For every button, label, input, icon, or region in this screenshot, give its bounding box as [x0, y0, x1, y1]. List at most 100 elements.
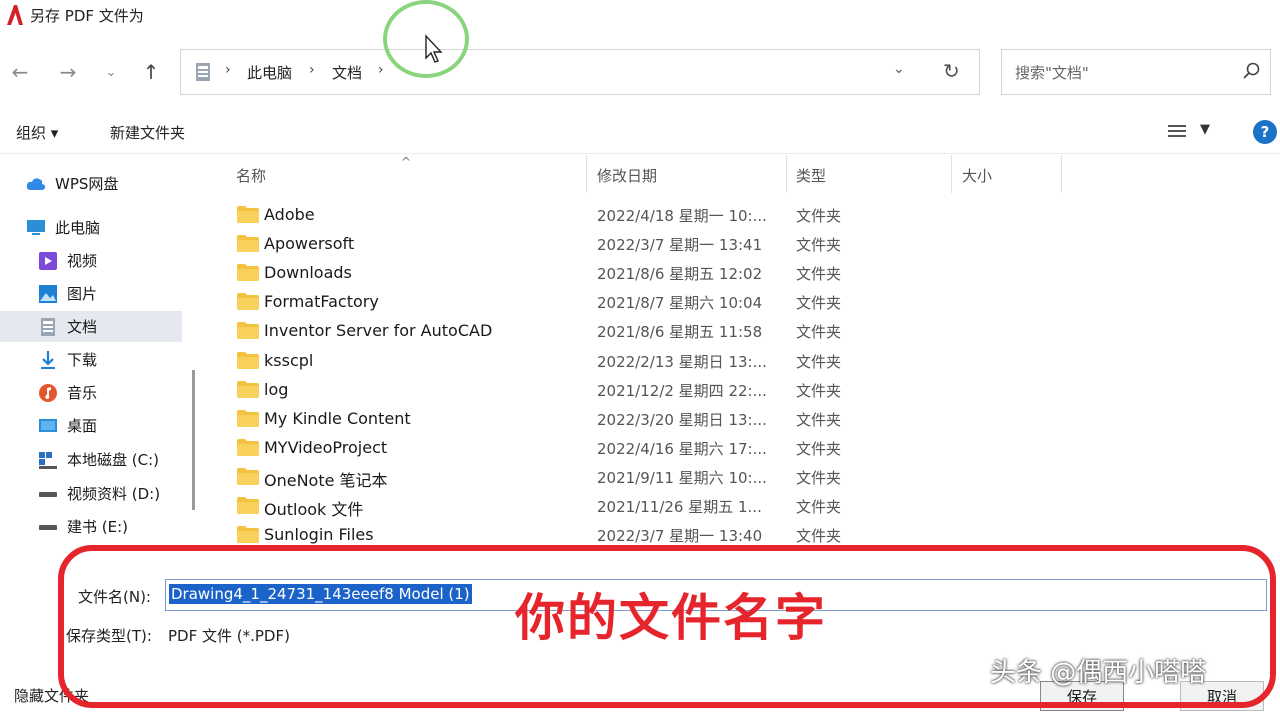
sidebar-item-drive-c[interactable]: 本地磁盘 (C:) [0, 444, 182, 475]
recent-locations-button[interactable]: ⌄ [94, 55, 128, 89]
file-date: 2022/3/7 星期一 13:40 [597, 527, 763, 546]
folder-icon [237, 497, 259, 514]
folder-icon [237, 206, 259, 223]
windows-drive-icon [39, 452, 57, 469]
sidebar-item-desktop[interactable]: 桌面 [0, 410, 182, 441]
arrow-right-icon: → [59, 60, 77, 84]
file-date: 2022/4/16 星期六 17:... [597, 439, 767, 458]
file-row[interactable]: OneNote 笔记本 2021/9/11 星期六 10:... 文件夹 [233, 463, 1273, 492]
file-row[interactable]: Downloads 2021/8/6 星期五 12:02 文件夹 [233, 259, 1273, 288]
file-row[interactable]: My Kindle Content 2022/3/20 星期日 13:... 文件夹 [233, 405, 1273, 434]
sidebar-item-pictures[interactable]: 图片 [0, 278, 182, 309]
column-header-name[interactable]: 名称 [236, 165, 266, 186]
file-row[interactable]: Inventor Server for AutoCAD 2021/8/6 星期五 … [233, 317, 1273, 346]
file-name: MYVideoProject [264, 437, 388, 457]
refresh-icon[interactable]: ↻ [943, 59, 960, 83]
forward-button[interactable]: → [51, 55, 85, 89]
view-caret-icon[interactable]: ▼ [1200, 122, 1210, 137]
file-date: 2022/3/7 星期一 13:41 [597, 236, 763, 255]
file-type: 文件夹 [796, 207, 842, 225]
breadcrumb-separator-icon: › [378, 62, 384, 78]
file-name: Apowersoft [264, 234, 355, 254]
folder-icon [237, 409, 259, 427]
column-divider[interactable] [786, 155, 787, 193]
file-name: Inventor Server for AutoCAD [264, 321, 493, 341]
file-date: 2021/8/6 星期五 11:58 [597, 323, 763, 342]
file-date: 2022/2/13 星期日 13:... [597, 352, 767, 371]
file-name: Downloads [264, 263, 352, 283]
download-icon [41, 351, 55, 369]
music-icon [39, 384, 57, 402]
folder-icon [237, 351, 259, 369]
help-icon[interactable]: ? [1253, 120, 1277, 144]
file-row[interactable]: Adobe 2022/4/18 星期一 10:... 文件夹 [233, 201, 1273, 230]
desktop-icon [39, 419, 57, 432]
new-folder-button[interactable]: 新建文件夹 [110, 122, 185, 143]
folder-icon [237, 264, 259, 282]
annotation-text: 你的文件名字 [515, 589, 827, 647]
organize-menu-button[interactable]: 组织 ▾ [16, 122, 58, 143]
file-row[interactable]: log 2021/12/2 星期四 22:... 文件夹 [233, 376, 1273, 405]
sidebar-item-this-pc[interactable]: 此电脑 [0, 212, 182, 243]
sidebar-item-wps-cloud[interactable]: WPS网盘 [0, 168, 182, 199]
drive-icon [39, 492, 57, 497]
search-placeholder: 搜索"文档" [1015, 64, 1089, 82]
sidebar-item-drive-d[interactable]: 视频资料 (D:) [0, 478, 182, 509]
file-row[interactable]: MYVideoProject 2022/4/16 星期六 17:... 文件夹 [233, 434, 1273, 463]
column-divider[interactable] [586, 155, 587, 193]
navigation-pane: WPS网盘 此电脑 视频 图片 文档 下载 音乐 桌面 本地磁盘 (C:) 视频… [0, 160, 194, 560]
file-type: 文件夹 [796, 410, 842, 429]
window-title: 另存 PDF 文件为 [30, 7, 144, 25]
file-list: ^ 名称 修改日期 类型 大小 Adobe 2022/4/18 星期一 10:..… [205, 155, 1280, 555]
file-row[interactable]: Outlook 文件 2021/11/26 星期五 1... 文件夹 [233, 492, 1273, 521]
folder-icon [237, 380, 259, 398]
file-row[interactable]: FormatFactory 2021/8/7 星期六 10:04 文件夹 [233, 288, 1273, 317]
picture-icon [39, 285, 57, 303]
view-options-icon[interactable] [1168, 124, 1186, 140]
file-name: My Kindle Content [264, 408, 411, 428]
breadcrumb-separator-icon: › [309, 62, 315, 78]
sidebar-item-music[interactable]: 音乐 [0, 377, 182, 408]
sidebar-item-videos[interactable]: 视频 [0, 245, 182, 276]
address-bar[interactable]: › 此电脑 › 文档 › ⌄ ↻ [180, 49, 980, 95]
file-name: Outlook 文件 [264, 500, 364, 519]
folder-icon [237, 467, 259, 485]
file-row[interactable]: Apowersoft 2022/3/7 星期一 13:41 文件夹 [233, 230, 1273, 259]
column-header-size[interactable]: 大小 [962, 165, 992, 186]
folder-icon [237, 235, 259, 253]
sidebar-item-documents[interactable]: 文档 [0, 311, 182, 342]
column-header-date[interactable]: 修改日期 [597, 165, 657, 186]
sidebar-item-downloads[interactable]: 下载 [0, 344, 182, 375]
search-icon[interactable] [1242, 61, 1262, 81]
file-name: OneNote 笔记本 [264, 470, 388, 490]
folder-icon [237, 438, 259, 456]
column-header-type[interactable]: 类型 [796, 165, 826, 186]
file-type: 文件夹 [796, 468, 842, 487]
video-icon [39, 252, 57, 270]
breadcrumb-separator-icon: › [225, 62, 231, 78]
document-icon [41, 318, 55, 336]
column-divider[interactable] [1061, 155, 1062, 193]
folder-icon [237, 322, 259, 340]
file-row[interactable]: ksscpl 2022/2/13 星期日 13:... 文件夹 [233, 347, 1273, 376]
address-history-chevron-icon[interactable]: ⌄ [893, 61, 905, 77]
back-button[interactable]: ← [3, 55, 37, 89]
arrow-left-icon: ← [11, 60, 29, 84]
file-name: Adobe [264, 205, 315, 224]
computer-icon [27, 220, 45, 235]
file-type: 文件夹 [796, 265, 842, 284]
file-name: FormatFactory [264, 292, 379, 312]
file-date: 2021/9/11 星期六 10:... [597, 468, 767, 487]
file-date: 2021/12/2 星期四 22:... [597, 381, 767, 400]
up-button[interactable]: ↑ [134, 55, 168, 89]
search-input[interactable]: 搜索"文档" [1001, 49, 1271, 95]
file-type: 文件夹 [796, 527, 842, 546]
sidebar-scrollbar[interactable] [192, 370, 195, 510]
command-toolbar: 组织 ▾ 新建文件夹 ▼ ? [0, 112, 1280, 154]
breadcrumb-this-pc[interactable]: 此电脑 [247, 62, 292, 83]
drive-icon [39, 525, 57, 530]
file-name: log [264, 379, 289, 399]
sidebar-item-drive-e[interactable]: 建书 (E:) [0, 511, 182, 542]
breadcrumb-documents[interactable]: 文档 [332, 62, 362, 83]
column-divider[interactable] [951, 155, 952, 193]
